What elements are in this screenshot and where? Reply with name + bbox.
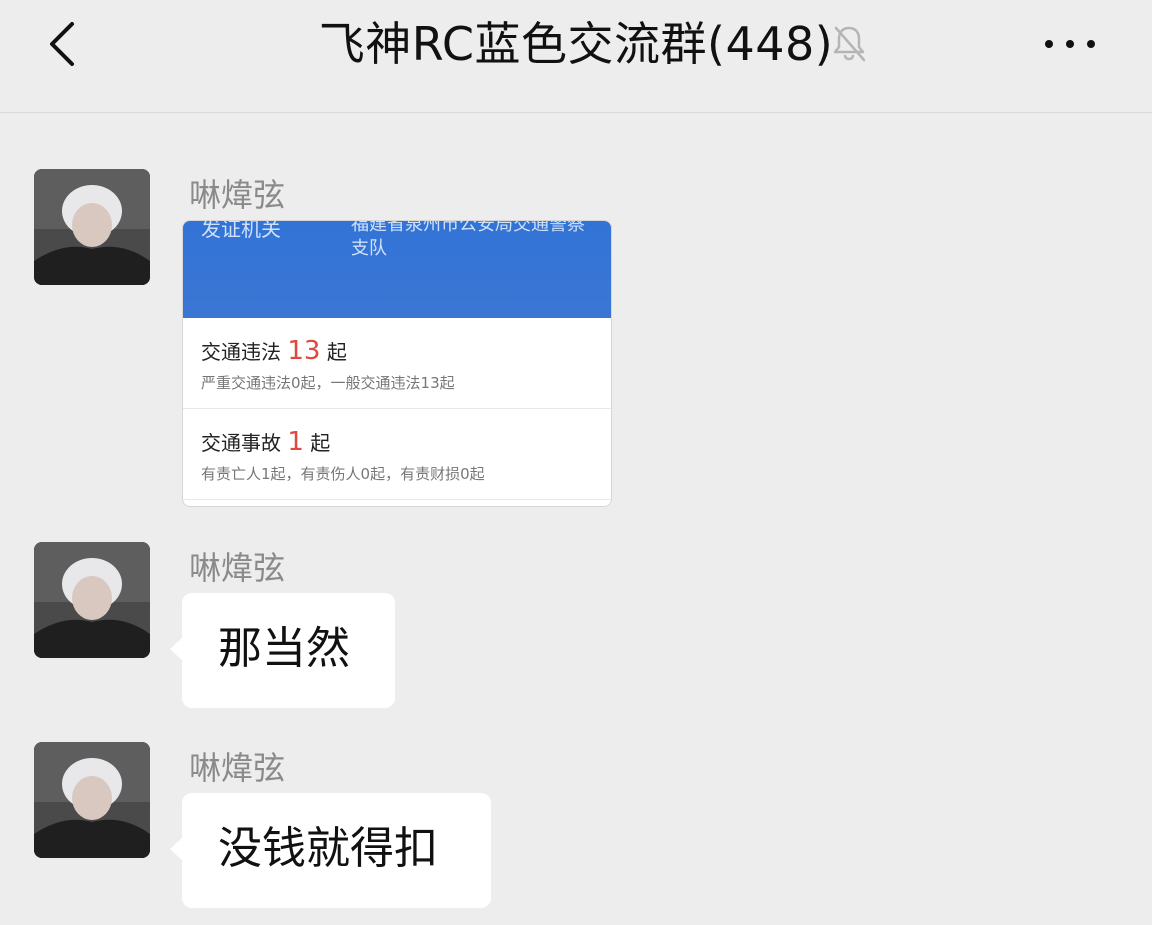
chat-header: 飞神RC蓝色交流群(448): [0, 0, 1152, 113]
image-header: 发证机关 福建省泉州市公安局交通警察支队: [183, 221, 611, 318]
avatar[interactable]: [34, 542, 150, 658]
row-count: 1: [287, 427, 304, 457]
bell-off-icon: [828, 22, 870, 64]
more-dots-icon: [1045, 40, 1095, 48]
issuer-label: 发证机关: [201, 220, 281, 241]
avatar-portrait: [34, 742, 150, 858]
sender-name: 啉煒弦: [189, 749, 286, 787]
sender-name: 啉煒弦: [189, 176, 286, 214]
row-title: 交通事故 1 起: [201, 427, 330, 457]
avatar-portrait: [34, 542, 150, 658]
avatar-portrait: [34, 169, 150, 285]
image-message[interactable]: 发证机关 福建省泉州市公安局交通警察支队 交通违法 13 起 严重交通违法0起，…: [182, 220, 612, 507]
accident-row: 交通事故 1 起 有责亡人1起，有责伤人0起，有责财损0起: [183, 409, 611, 500]
row-detail: 有责亡人1起，有责伤人0起，有责财损0起: [201, 465, 485, 483]
row-detail: 严重交通违法0起，一般交通违法13起: [201, 374, 455, 392]
row-label: 交通事故: [201, 431, 281, 455]
chat-title: 飞神RC蓝色交流群(448): [318, 17, 834, 71]
avatar[interactable]: [34, 742, 150, 858]
issuer-value: 福建省泉州市公安局交通警察支队: [351, 220, 585, 259]
violation-row: 交通违法 13 起 严重交通违法0起，一般交通违法13起: [183, 318, 611, 409]
row-unit: 起: [310, 431, 331, 455]
text-bubble[interactable]: 没钱就得扣: [170, 793, 491, 908]
row-unit: 起: [326, 340, 347, 364]
text-bubble[interactable]: 那当然: [170, 593, 395, 708]
avatar[interactable]: [34, 169, 150, 285]
row-label: 交通违法: [201, 340, 281, 364]
more-button[interactable]: [1040, 28, 1100, 60]
row-count: 13: [287, 336, 321, 366]
row-title: 交通违法 13 起: [201, 336, 347, 366]
sender-name: 啉煒弦: [189, 549, 286, 587]
